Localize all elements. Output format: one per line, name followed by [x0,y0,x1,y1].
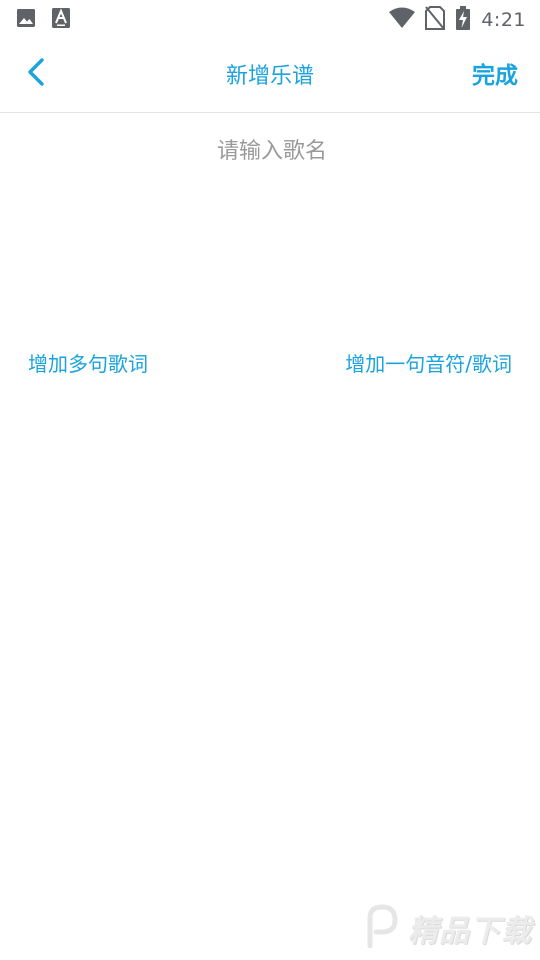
add-multi-lyrics-button[interactable]: 增加多句歌词 [28,348,148,377]
watermark-text: 精品下载 [408,914,532,949]
add-note-lyric-button[interactable]: 增加一句音符/歌词 [345,348,512,377]
image-icon [16,8,36,32]
status-right: 4:21 [389,6,526,34]
nav-bar: 新增乐谱 完成 [0,36,540,113]
watermark-logo-icon [362,904,402,952]
done-button[interactable]: 完成 [472,56,518,90]
no-sim-icon [425,6,446,34]
status-left [16,8,70,32]
status-bar: 4:21 [0,0,540,36]
page-title: 新增乐谱 [225,64,314,89]
song-name-input[interactable] [40,128,504,174]
status-time: 4:21 [481,9,526,31]
wifi-icon [389,7,416,33]
text-a-icon [52,8,70,32]
watermark: 精品下载 [362,904,532,952]
battery-charging-icon [455,6,471,34]
